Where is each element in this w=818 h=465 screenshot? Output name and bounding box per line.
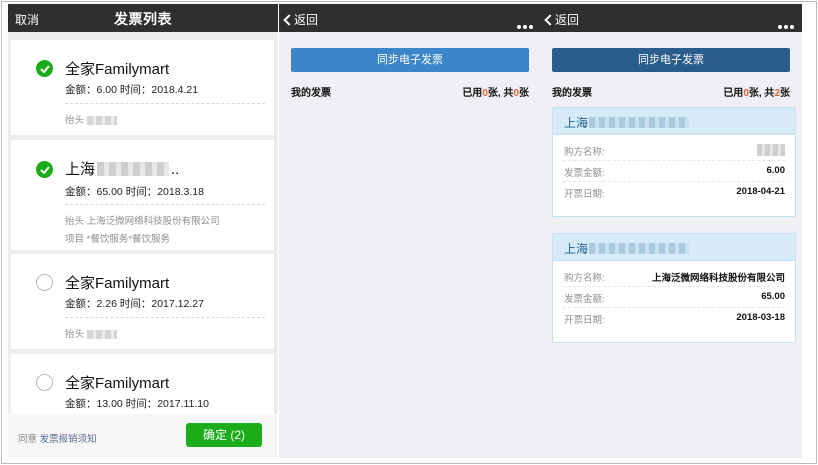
date-row: 开票日期: 2018-03-18	[563, 308, 785, 329]
my-invoices-label: 我的发票	[552, 88, 592, 99]
my-invoices-empty-panel: 返回 同步电子发票 我的发票 已用0张, 共0张	[279, 4, 541, 458]
sync-e-invoice-button[interactable]: 同步电子发票	[291, 48, 529, 72]
invoice-card-header: 上海	[553, 108, 795, 135]
invoice-card[interactable]: 上海.. 金额：65.00 时间：2018.3.18 抬头 上海泛微网络科技股份…	[11, 140, 274, 250]
invoice-name: 全家Familymart	[65, 61, 170, 78]
invoice-card[interactable]: 上海 购方名称: 发票金额: 6.00 开票日期: 2018-04-21	[552, 107, 796, 217]
checked-radio-icon[interactable]	[36, 161, 53, 178]
nav-bar: 返回	[279, 4, 541, 32]
invoice-amount-time: 金额：2.26 时间：2017.12.27	[65, 298, 204, 310]
my-invoices-label: 我的发票	[291, 88, 331, 99]
date-label: 开票日期:	[564, 315, 605, 326]
invoice-name: 全家Familymart	[65, 275, 170, 292]
divider	[65, 204, 265, 205]
divider	[65, 103, 265, 104]
amount-value: 65.00	[761, 291, 785, 302]
more-icon[interactable]	[515, 16, 533, 34]
invoice-card[interactable]: 全家Familymart 金额：6.00 时间：2018.4.21 抬头	[11, 40, 274, 135]
unchecked-radio-icon[interactable]	[36, 274, 53, 291]
unchecked-radio-icon[interactable]	[36, 374, 53, 391]
count-mid: 张, 共	[748, 88, 775, 99]
redacted-text	[86, 329, 117, 339]
date-value: 2018-03-18	[736, 312, 785, 323]
invoice-amount-time: 金额：6.00 时间：2018.4.21	[65, 84, 199, 96]
amount-value: 6.00	[766, 165, 786, 176]
invoice-card[interactable]: 上海 购方名称: 上海泛微网络科技股份有限公司 发票金额: 65.00 开票日期…	[552, 233, 796, 343]
my-invoices-panel: 返回 同步电子发票 我的发票 已用0张, 共2张 上海 购方名称: 发票金额: …	[540, 4, 802, 458]
invoice-card[interactable]: 全家Familymart 金额：13.00 时间：2017.11.10	[11, 354, 274, 416]
invoice-name: 上海..	[65, 158, 179, 179]
checked-radio-icon[interactable]	[36, 60, 53, 77]
invoice-card[interactable]: 全家Familymart 金额：2.26 时间：2017.12.27 抬头	[11, 254, 274, 349]
sync-e-invoice-button[interactable]: 同步电子发票	[552, 48, 790, 72]
back-button[interactable]: 返回	[544, 11, 580, 28]
invoice-card-body: 购方名称: 发票金额: 6.00 开票日期: 2018-04-21	[553, 140, 795, 203]
buyer-row: 购方名称: 上海泛微网络科技股份有限公司	[563, 266, 785, 287]
invoice-header-line: 抬头 上海泛微网络科技股份有限公司	[65, 216, 220, 227]
count-mid: 张, 共	[487, 88, 514, 99]
redacted-text	[589, 243, 690, 254]
bottom-bar: 同意 发票报销须知 确定 (2)	[8, 414, 278, 458]
redacted-text	[86, 115, 117, 125]
chevron-left-icon	[283, 14, 295, 26]
invoice-header-line: 抬头	[65, 112, 117, 126]
seller-prefix: 上海	[564, 242, 589, 256]
top-bar: 取消 发票列表	[8, 4, 278, 32]
amount-label: 发票金额:	[564, 168, 605, 179]
buyer-value	[757, 144, 785, 157]
agree-prefix: 同意	[18, 434, 38, 445]
invoice-amount-time: 金额：13.00 时间：2017.11.10	[65, 398, 209, 410]
amount-row: 发票金额: 65.00	[563, 287, 785, 308]
seller-prefix: 上海	[564, 116, 589, 130]
back-label: 返回	[555, 13, 580, 27]
invoice-amount-time: 金额：65.00 时间：2018.3.18	[65, 186, 204, 198]
buyer-value: 上海泛微网络科技股份有限公司	[651, 273, 785, 284]
buyer-label: 购方名称:	[564, 147, 605, 158]
agreement-text: 同意 发票报销须知	[18, 431, 97, 445]
divider	[65, 317, 265, 318]
invoice-count: 已用0张, 共2张	[723, 84, 790, 99]
invoice-name-prefix: 上海	[65, 161, 96, 178]
header-label: 抬头	[65, 329, 85, 340]
buyer-row: 购方名称:	[563, 140, 785, 161]
amount-row: 发票金额: 6.00	[563, 161, 785, 182]
count-suffix: 张	[780, 88, 790, 99]
nav-bar: 返回	[540, 4, 802, 32]
back-button[interactable]: 返回	[283, 11, 319, 28]
invoice-list-panel: 取消 发票列表 全家Familymart 金额：6.00 时间：2018.4.2…	[8, 4, 278, 458]
amount-label: 发票金额:	[564, 294, 605, 305]
count-prefix: 已用	[723, 88, 744, 99]
header-label: 抬头	[65, 115, 85, 126]
date-row: 开票日期: 2018-04-21	[563, 182, 785, 203]
invoice-header-line: 抬头	[65, 326, 117, 340]
redacted-text	[97, 162, 170, 176]
invoice-seller: 上海	[564, 114, 690, 131]
date-label: 开票日期:	[564, 189, 605, 200]
back-label: 返回	[294, 13, 319, 27]
redacted-text	[589, 117, 690, 128]
invoice-card-body: 购方名称: 上海泛微网络科技股份有限公司 发票金额: 65.00 开票日期: 2…	[553, 266, 795, 329]
more-icon[interactable]	[776, 16, 794, 34]
invoice-seller: 上海	[564, 240, 690, 257]
confirm-button[interactable]: 确定 (2)	[186, 423, 262, 447]
chevron-left-icon	[544, 14, 556, 26]
page-title: 发票列表	[114, 11, 172, 27]
date-value: 2018-04-21	[736, 186, 785, 197]
invoice-item-line: 项目 *餐饮服务*餐饮服务	[65, 234, 171, 245]
redacted-text	[757, 144, 785, 156]
invoice-count: 已用0张, 共0张	[462, 84, 529, 99]
invoice-name: 全家Familymart	[65, 375, 170, 392]
invoice-card-header: 上海	[553, 234, 795, 261]
reimbursement-notice-link[interactable]: 发票报销须知	[40, 434, 97, 445]
count-suffix: 张	[519, 88, 529, 99]
count-prefix: 已用	[462, 88, 483, 99]
buyer-label: 购方名称:	[564, 273, 605, 284]
invoice-name-suffix: ..	[171, 161, 180, 178]
